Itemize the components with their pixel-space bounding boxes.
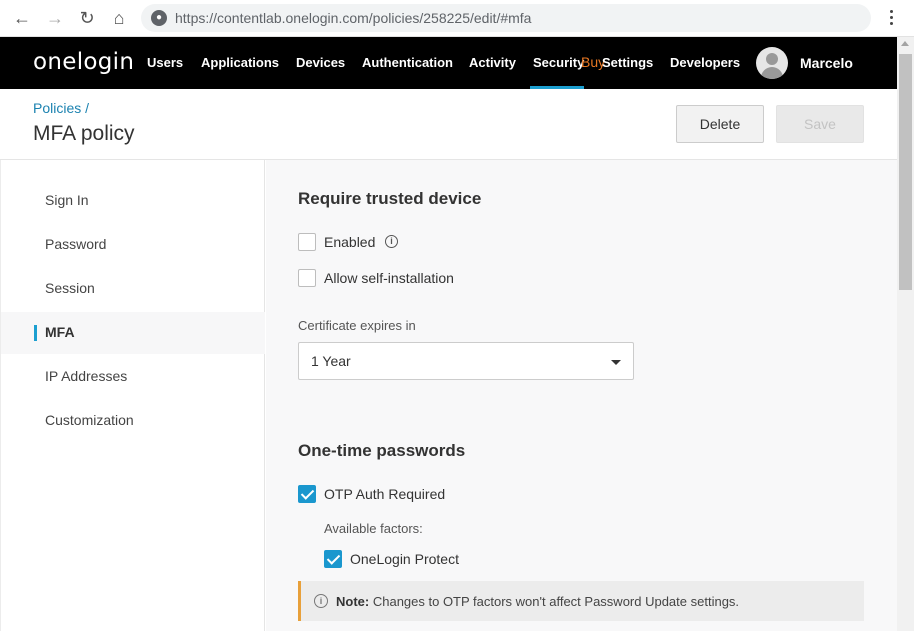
sidebar-item-label: Session — [45, 280, 95, 296]
self-install-checkbox[interactable] — [298, 269, 316, 287]
info-icon: i — [314, 594, 328, 608]
enabled-checkbox-row[interactable]: Enabled i — [298, 233, 418, 253]
nav-users[interactable]: Users — [147, 55, 183, 70]
onelogin-logo[interactable]: onelogin — [33, 49, 134, 75]
breadcrumb-policies[interactable]: Policies / — [33, 100, 89, 116]
onelogin-protect-checkbox-row[interactable]: OneLogin Protect — [324, 550, 484, 570]
sidebar-item-customization[interactable]: Customization — [1, 400, 265, 442]
scroll-up-arrow-icon[interactable] — [901, 41, 909, 46]
reload-icon[interactable]: ↻ — [76, 7, 98, 29]
sidebar-item-session[interactable]: Session — [1, 268, 265, 310]
cert-expires-label: Certificate expires in — [298, 318, 416, 333]
nav-devices[interactable]: Devices — [296, 55, 345, 70]
sidebar-item-label: IP Addresses — [45, 368, 128, 384]
browser-toolbar: ← → ↻ ⌂ ● https://contentlab.onelogin.co… — [0, 0, 914, 37]
address-bar[interactable]: ● https://contentlab.onelogin.com/polici… — [141, 4, 871, 32]
sidebar-item-label: MFA — [45, 324, 75, 340]
sidebar-item-label: Sign In — [45, 192, 89, 208]
self-install-label: Allow self-installation — [324, 270, 454, 286]
browser-menu-icon[interactable] — [883, 8, 899, 28]
nav-authentication[interactable]: Authentication — [362, 55, 453, 70]
enabled-checkbox[interactable] — [298, 233, 316, 251]
page-scrollbar[interactable] — [897, 37, 914, 631]
sidebar-item-sign-in[interactable]: Sign In — [1, 180, 265, 222]
home-icon[interactable]: ⌂ — [108, 7, 130, 29]
enabled-label: Enabled — [324, 234, 376, 250]
nav-activity[interactable]: Activity — [469, 55, 516, 70]
otp-required-label: OTP Auth Required — [324, 486, 446, 502]
onelogin-protect-checkbox[interactable] — [324, 550, 342, 568]
note-prefix: Note: — [336, 594, 370, 609]
chevron-down-icon — [611, 360, 621, 365]
otp-required-checkbox[interactable] — [298, 485, 316, 503]
otp-note: i Note: Changes to OTP factors won't aff… — [298, 581, 864, 621]
cert-expires-select[interactable]: 1 Year — [298, 342, 634, 380]
nav-settings[interactable]: Settings — [602, 55, 653, 70]
nav-developers[interactable]: Developers — [670, 55, 740, 70]
url-text[interactable]: https://contentlab.onelogin.com/policies… — [175, 10, 531, 26]
onelogin-protect-label: OneLogin Protect — [350, 551, 459, 567]
user-avatar[interactable] — [756, 47, 788, 79]
note-text: Note: Changes to OTP factors won't affec… — [336, 594, 739, 609]
nav-applications[interactable]: Applications — [201, 55, 279, 70]
sidebar-item-password[interactable]: Password — [1, 224, 265, 266]
cert-expires-value: 1 Year — [311, 353, 351, 369]
sidebar-item-mfa[interactable]: MFA — [1, 312, 265, 354]
nav-security[interactable]: Security — [533, 55, 584, 70]
otp-required-checkbox-row[interactable]: OTP Auth Required — [298, 485, 478, 505]
page-title: MFA policy — [33, 122, 135, 145]
user-name[interactable]: Marcelo — [800, 55, 853, 71]
policy-sidebar: Sign In Password Session MFA IP Addresse… — [0, 160, 265, 631]
site-info-icon[interactable]: ● — [151, 10, 167, 26]
self-install-checkbox-row[interactable]: Allow self-installation — [298, 269, 498, 289]
forward-arrow-icon[interactable]: → — [44, 7, 66, 29]
available-factors-label: Available factors: — [324, 521, 423, 536]
sidebar-item-ip-addresses[interactable]: IP Addresses — [1, 356, 265, 398]
sidebar-item-label: Password — [45, 236, 107, 252]
top-nav: onelogin Users Applications Devices Auth… — [0, 37, 897, 89]
delete-button[interactable]: Delete — [676, 105, 764, 143]
trusted-device-title: Require trusted device — [298, 189, 482, 208]
info-icon[interactable]: i — [385, 235, 398, 248]
sidebar-item-label: Customization — [45, 412, 134, 428]
active-indicator — [34, 325, 37, 341]
scrollbar-thumb[interactable] — [899, 54, 912, 290]
note-body: Changes to OTP factors won't affect Pass… — [372, 594, 740, 609]
save-button[interactable]: Save — [776, 105, 864, 143]
back-arrow-icon[interactable]: ← — [11, 7, 33, 29]
page-header: Policies / MFA policy Delete Save — [0, 89, 897, 160]
main-content: Require trusted device Enabled i Allow s… — [266, 160, 897, 631]
otp-title: One-time passwords — [298, 441, 466, 460]
